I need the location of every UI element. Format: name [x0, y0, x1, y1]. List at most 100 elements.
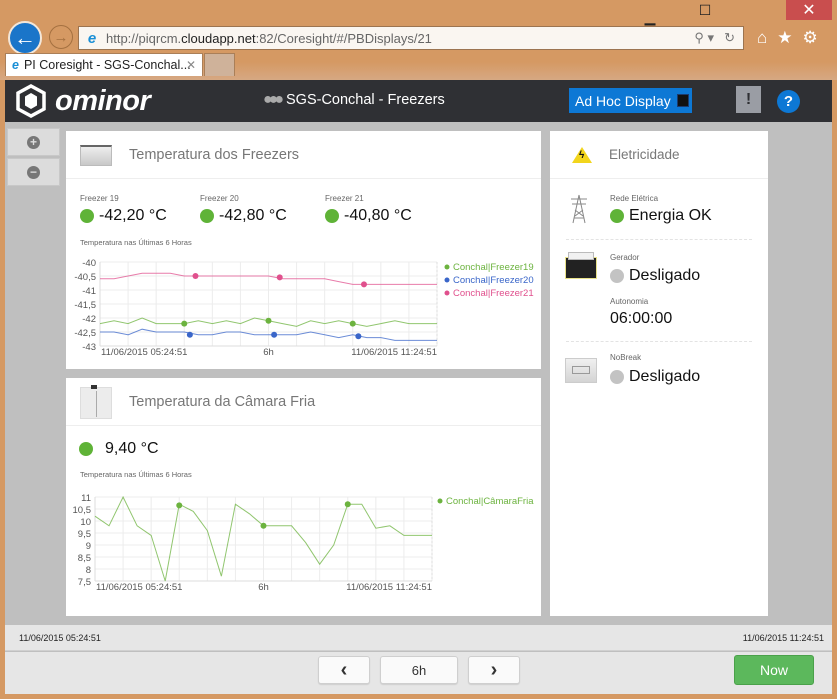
data-point-marker	[176, 502, 183, 509]
value-text: Desligado	[629, 267, 701, 284]
legend-label: Conchal|Freezer20	[453, 275, 534, 286]
adhoc-display-button[interactable]: Ad Hoc Display	[569, 88, 692, 113]
freezers-trend-chart[interactable]: -40 -40,5 -41 -41,5 -42 -42,5 -43 11/06/2015 05…	[66, 249, 541, 359]
minimize-button[interactable]: ▁	[635, 7, 665, 27]
camara-value[interactable]: 9,40 °C	[79, 440, 159, 458]
data-point-marker	[360, 281, 367, 288]
arrow-left-icon: ←	[14, 25, 36, 50]
tab-close-icon[interactable]: ✕	[186, 58, 196, 72]
panel-title: Temperatura da Câmara Fria	[129, 393, 316, 410]
app-area: ominor ●●● SGS-Conchal - Freezers Ad Hoc…	[5, 80, 832, 694]
zoom-controls: + −	[7, 128, 60, 186]
data-point-marker	[192, 273, 199, 279]
nobreak-value[interactable]: Desligado	[610, 368, 700, 386]
chevron-left-icon: ‹	[340, 658, 348, 681]
help-button[interactable]: ?	[777, 90, 800, 113]
start-time[interactable]: 11/06/2015 05:24:51	[19, 633, 101, 643]
zoom-out-button[interactable]: −	[7, 158, 60, 186]
data-point-marker	[276, 274, 283, 281]
data-point-marker	[349, 320, 356, 327]
new-tab-button[interactable]	[204, 53, 235, 76]
search-icon[interactable]: ⚲ ▾	[694, 30, 714, 46]
value-text: 06:00:00	[610, 310, 673, 327]
next-period-button[interactable]: ›	[468, 656, 520, 684]
home-icon[interactable]: ⌂	[757, 28, 767, 48]
freezer-21-label: Freezer 21	[325, 194, 364, 203]
chart-caption: Temperatura nas Últimas 6 Horas	[80, 238, 192, 247]
freezer-21-value[interactable]: -40,80 °C	[325, 207, 412, 225]
y-tick-label: 10,5	[73, 505, 92, 516]
y-tick-label: 8	[86, 565, 91, 576]
minus-icon: −	[27, 165, 40, 179]
brand-logo[interactable]: ominor	[15, 84, 151, 118]
browser-tab[interactable]: e PI Coresight - SGS-Conchal... ✕	[5, 53, 203, 76]
y-tick-label: 11	[81, 493, 91, 504]
tab-title: PI Coresight - SGS-Conchal...	[23, 58, 191, 72]
maximize-button[interactable]: ☐	[690, 0, 720, 20]
x-tick-label: 11/06/2015 11:24:51	[351, 347, 437, 358]
display-title-text: SGS-Conchal - Freezers	[286, 92, 445, 108]
autonomia-value[interactable]: 06:00:00	[610, 310, 672, 328]
end-time[interactable]: 11/06/2015 11:24:51	[743, 633, 824, 643]
refresh-icon[interactable]: ↻	[724, 30, 735, 46]
x-tick-label: 11/06/2015 11:24:51	[346, 582, 432, 592]
help-icon: ?	[783, 93, 794, 110]
zoom-in-button[interactable]: +	[7, 128, 60, 156]
freezer-19-value[interactable]: -42,20 °C	[80, 207, 167, 225]
brand-name: ominor	[55, 84, 151, 117]
trend-chart-icon	[676, 94, 689, 107]
y-tick-label: 8,5	[78, 553, 91, 564]
freezer-20-value[interactable]: -42,80 °C	[200, 207, 287, 225]
y-tick-label: -41,5	[74, 300, 96, 311]
plus-icon: +	[27, 135, 40, 149]
divider	[566, 239, 752, 240]
y-tick-label: -40	[82, 258, 96, 269]
settings-gear-icon[interactable]: ⚙	[803, 28, 818, 48]
gerador-value[interactable]: Desligado	[610, 267, 700, 285]
now-label: Now	[759, 662, 788, 678]
value-text: -40,80 °C	[344, 207, 412, 224]
chart-caption: Temperatura nas Últimas 6 Horas	[80, 470, 192, 479]
y-tick-label: 9,5	[78, 529, 91, 540]
time-range-bar: 11/06/2015 05:24:51 11/06/2015 11:24:51	[5, 625, 832, 651]
adhoc-label: Ad Hoc Display	[575, 92, 671, 109]
nobreak-ups-icon	[565, 358, 597, 383]
browser-nav-icons: ⌂ ★ ⚙	[757, 28, 818, 48]
power-tower-icon	[571, 194, 587, 224]
alert-icon: !	[745, 90, 752, 108]
favorites-star-icon[interactable]: ★	[777, 28, 792, 48]
y-tick-label: 9	[86, 541, 91, 552]
url-text[interactable]: http://piqrcm.cloudapp.net:82/Coresight/…	[106, 31, 432, 46]
value-text: Desligado	[629, 368, 701, 385]
address-bar[interactable]: e http://piqrcm.cloudapp.net:82/Coresigh…	[78, 26, 744, 50]
legend-marker	[444, 277, 450, 283]
back-button[interactable]: ←	[8, 21, 42, 55]
panel-header: Temperatura dos Freezers	[66, 131, 541, 179]
display-title: ●●● SGS-Conchal - Freezers	[263, 91, 445, 109]
now-button[interactable]: Now	[734, 655, 814, 685]
duration-button[interactable]: 6h	[380, 656, 458, 684]
gerador-label: Gerador	[610, 253, 640, 262]
y-tick-label: -41	[82, 286, 96, 297]
value-text: -42,20 °C	[99, 207, 167, 224]
cold-room-icon	[80, 385, 112, 419]
y-tick-label: -43	[82, 342, 96, 353]
status-dot-icon	[610, 209, 624, 223]
panel-title: Temperatura dos Freezers	[129, 146, 300, 163]
close-window-button[interactable]: ✕	[786, 0, 832, 20]
data-point-marker	[265, 317, 272, 324]
x-tick-label: 11/06/2015 05:24:51	[101, 347, 187, 358]
status-dot-icon	[200, 209, 214, 223]
value-text: 9,40 °C	[105, 440, 159, 457]
browser-titlebar: ▁ ☐ ✕ ← → e http://piqrcm.cloudapp.net:8…	[0, 0, 837, 80]
status-dot-icon	[610, 269, 624, 283]
camara-trend-chart[interactable]: 1110,5109,598,587,5 11/06/2015 05:24:51 6h…	[66, 482, 541, 592]
y-tick-label: -40,5	[74, 272, 96, 283]
rede-eletrica-value[interactable]: Energia OK	[610, 207, 712, 225]
previous-period-button[interactable]: ‹	[318, 656, 370, 684]
data-point-marker	[271, 331, 278, 338]
alert-button[interactable]: !	[736, 86, 761, 113]
forward-button[interactable]: →	[49, 25, 73, 49]
x-tick-label: 6h	[258, 582, 269, 592]
legend-label: Conchal|Freezer21	[453, 288, 534, 299]
